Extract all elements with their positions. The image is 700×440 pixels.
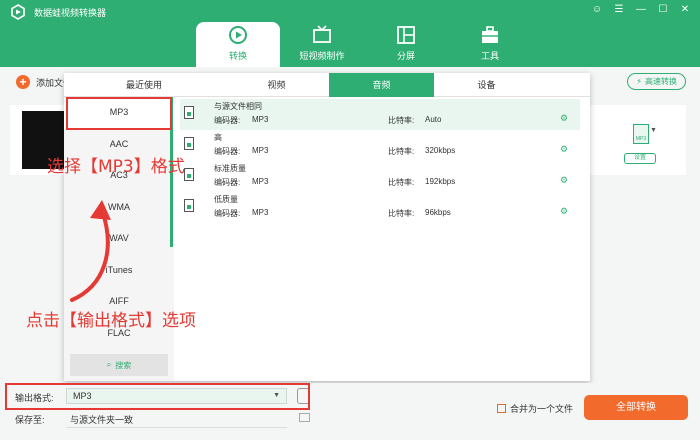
save-to-select[interactable]: 与源文件夹一致	[70, 413, 133, 426]
tab-audio[interactable]: 音频	[329, 73, 434, 97]
user-icon[interactable]: ☺	[588, 3, 606, 17]
toolbox-icon	[482, 26, 498, 43]
audio-file-icon	[184, 137, 194, 150]
encoder-value: MP3	[252, 115, 269, 124]
title-bar: 数据蛙视频转换器 ☺ ☰ — ☐ ✕ 转换 短视频制作 分屏 工具	[0, 0, 700, 67]
annotation-click-output: 点击【输出格式】选项	[26, 311, 196, 331]
window-controls: ☺ ☰ — ☐ ✕	[588, 3, 694, 17]
nav-split-screen-label: 分屏	[396, 51, 415, 61]
encoder-label: 编码器:	[214, 147, 241, 156]
folder-icon[interactable]	[299, 413, 310, 422]
save-to-label: 保存至:	[15, 415, 45, 425]
encoder-value: MP3	[252, 146, 269, 155]
nav-tools[interactable]: 工具	[448, 22, 532, 67]
encoder-value: MP3	[252, 208, 269, 217]
close-icon[interactable]: ✕	[676, 3, 694, 17]
gear-icon[interactable]: ⚙	[560, 144, 568, 155]
bitrate-label: 比特率:	[388, 209, 415, 218]
nav-convert-label: 转换	[228, 51, 247, 61]
app-title: 数据蛙视频转换器	[34, 8, 107, 18]
bitrate-value: Auto	[425, 115, 442, 124]
gear-icon[interactable]: ⚙	[560, 175, 568, 186]
nav-short-video-label: 短视频制作	[299, 51, 345, 61]
menu-icon[interactable]: ☰	[610, 3, 628, 17]
highlight-output-format	[5, 383, 310, 410]
tab-device[interactable]: 设备	[434, 73, 539, 97]
minimize-icon[interactable]: —	[632, 3, 650, 17]
fast-convert-toggle[interactable]: ⚡ 高速转换	[627, 73, 686, 90]
bitrate-label: 比特率:	[388, 147, 415, 156]
lightning-icon: ⚡	[636, 77, 642, 86]
preset-title: 与源文件相同	[214, 102, 262, 111]
maximize-icon[interactable]: ☐	[654, 3, 672, 17]
convert-all-button[interactable]: 全部转换	[584, 395, 688, 420]
merge-checkbox[interactable]: 合并为一个文件	[497, 402, 573, 415]
chevron-down-icon[interactable]: ▼	[650, 127, 657, 134]
tab-recent[interactable]: 最近使用	[64, 73, 224, 97]
bitrate-label: 比特率:	[388, 178, 415, 187]
red-arrow-icon	[70, 200, 111, 302]
encoder-label: 编码器:	[214, 116, 241, 125]
nav-short-video[interactable]: 短视频制作	[280, 22, 364, 67]
format-search-button[interactable]: ⌕ 搜索	[70, 354, 168, 376]
tab-video[interactable]: 视频	[224, 73, 329, 97]
preset-title: 低质量	[214, 195, 238, 204]
preset-row[interactable]: 标准质量 编码器: MP3 比特率: 192kbps ⚙	[180, 161, 580, 192]
nav-tools-label: 工具	[480, 51, 499, 61]
merge-label: 合并为一个文件	[510, 404, 574, 414]
preset-title: 高	[214, 133, 222, 142]
audio-file-icon	[184, 106, 194, 119]
format-tabs: 最近使用 视频 音频 设备	[64, 73, 590, 97]
encoder-label: 编码器:	[214, 209, 241, 218]
app-logo-icon	[11, 4, 25, 20]
convert-icon	[229, 26, 247, 44]
split-screen-icon	[397, 26, 415, 44]
save-to-underline	[66, 427, 287, 428]
audio-file-icon	[184, 199, 194, 212]
gear-icon[interactable]: ⚙	[560, 206, 568, 217]
main-nav: 转换 短视频制作 分屏 工具	[196, 22, 532, 67]
plus-icon: +	[16, 75, 30, 89]
nav-split-screen[interactable]: 分屏	[364, 22, 448, 67]
preset-title: 标准质量	[214, 164, 246, 173]
checkbox-icon	[497, 404, 506, 413]
preset-row[interactable]: 与源文件相同 编码器: MP3 比特率: Auto ⚙	[180, 99, 580, 130]
fast-convert-label: 高速转换	[645, 77, 677, 86]
bitrate-label: 比特率:	[388, 116, 415, 125]
bitrate-value: 192kbps	[425, 177, 456, 186]
tv-icon	[313, 25, 331, 43]
bitrate-value: 96kbps	[425, 208, 451, 217]
annotation-select-mp3: 选择【MP3】格式	[47, 157, 185, 177]
nav-convert[interactable]: 转换	[196, 22, 280, 67]
gear-icon[interactable]: ⚙	[560, 113, 568, 124]
search-icon: ⌕	[106, 360, 112, 369]
encoder-label: 编码器:	[214, 178, 241, 187]
settings-button[interactable]: 设置	[624, 153, 656, 164]
preset-row[interactable]: 高 编码器: MP3 比特率: 320kbps ⚙	[180, 130, 580, 161]
preset-row[interactable]: 低质量 编码器: MP3 比特率: 96kbps ⚙	[180, 192, 580, 223]
encoder-value: MP3	[252, 177, 269, 186]
output-format-badge[interactable]: MP3	[633, 124, 649, 144]
highlight-mp3	[66, 97, 172, 130]
search-label: 搜索	[115, 360, 132, 370]
bitrate-value: 320kbps	[425, 146, 456, 155]
preset-list: 与源文件相同 编码器: MP3 比特率: Auto ⚙ 高 编码器: MP3 比…	[180, 99, 580, 223]
audio-file-icon	[184, 168, 194, 181]
